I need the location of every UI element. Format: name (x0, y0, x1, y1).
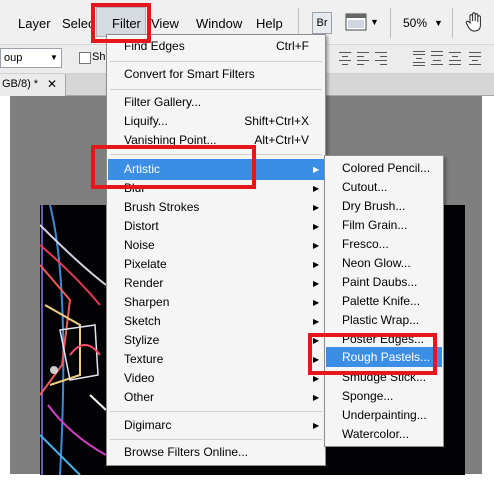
menu-item-render[interactable]: Render (124, 274, 163, 293)
menu-item-filter-gallery[interactable]: Filter Gallery... (124, 93, 201, 112)
menu-help[interactable]: Help (256, 16, 283, 31)
align-icon[interactable] (356, 50, 370, 66)
submenu-item-cutout[interactable]: Cutout... (342, 178, 387, 197)
submenu-item-palette-knife[interactable]: Palette Knife... (342, 292, 420, 311)
submenu-item-fresco[interactable]: Fresco... (342, 235, 389, 254)
menu-item-brush-strokes[interactable]: Brush Strokes (124, 198, 199, 217)
document-tab-title: GB/8) * (2, 78, 39, 90)
close-icon[interactable]: ✕ (47, 77, 57, 91)
submenu-arrow-icon: ▶ (313, 165, 320, 174)
menu-separator (110, 411, 322, 412)
menu-window[interactable]: Window (196, 16, 242, 31)
menu-item-liquify[interactable]: Liquify... (124, 112, 168, 131)
distribute-icon[interactable] (430, 50, 444, 66)
submenu-item-colored-pencil[interactable]: Colored Pencil... (342, 159, 430, 178)
annotation-box-rough-pastels (308, 333, 437, 375)
submenu-arrow-icon: ▶ (313, 374, 320, 383)
submenu-arrow-icon: ▶ (313, 203, 320, 212)
distribute-icon[interactable] (412, 50, 426, 66)
submenu-item-plastic-wrap[interactable]: Plastic Wrap... (342, 311, 419, 330)
zoom-level[interactable]: 50% (403, 16, 427, 30)
align-icon[interactable] (338, 50, 352, 66)
submenu-arrow-icon: ▶ (313, 184, 320, 193)
shortcut-find-edges: Ctrl+F (276, 39, 309, 53)
hand-icon[interactable] (465, 11, 485, 33)
zoom-dropdown-icon[interactable]: ▼ (434, 18, 443, 28)
menu-item-pixelate[interactable]: Pixelate (124, 255, 167, 274)
submenu-arrow-icon: ▶ (313, 421, 320, 430)
menu-item-video[interactable]: Video (124, 369, 154, 388)
menu-layer[interactable]: Layer (18, 16, 51, 31)
submenu-item-neon-glow[interactable]: Neon Glow... (342, 254, 411, 273)
submenu-arrow-icon: ▶ (313, 279, 320, 288)
menu-item-other[interactable]: Other (124, 388, 154, 407)
align-icon[interactable] (374, 50, 388, 66)
menu-item-texture[interactable]: Texture (124, 350, 163, 369)
menubar-divider-2 (390, 8, 391, 38)
submenu-arrow-icon: ▶ (313, 298, 320, 307)
submenu-item-film-grain[interactable]: Film Grain... (342, 216, 407, 235)
group-select-value: oup (4, 52, 23, 64)
submenu-item-dry-brush[interactable]: Dry Brush... (342, 197, 405, 216)
screen-mode-icon[interactable] (345, 13, 367, 31)
menu-separator (110, 439, 322, 440)
submenu-arrow-icon: ▶ (313, 222, 320, 231)
submenu-item-sponge[interactable]: Sponge... (342, 387, 393, 406)
submenu-item-paint-daubs[interactable]: Paint Daubs... (342, 273, 417, 292)
distribute-icon[interactable] (448, 50, 462, 66)
menu-separator (110, 61, 322, 62)
submenu-arrow-icon: ▶ (313, 317, 320, 326)
menu-item-sharpen[interactable]: Sharpen (124, 293, 169, 312)
screen-mode-arrow-icon[interactable]: ▼ (370, 17, 379, 27)
menu-item-stylize[interactable]: Stylize (124, 331, 159, 350)
chevron-down-icon[interactable]: ▼ (50, 53, 58, 62)
submenu-arrow-icon: ▶ (313, 241, 320, 250)
menu-item-sketch[interactable]: Sketch (124, 312, 161, 331)
show-transform-label: Sh (92, 51, 106, 63)
submenu-arrow-icon: ▶ (313, 393, 320, 402)
menu-item-convert-smart-filters[interactable]: Convert for Smart Filters (124, 65, 255, 84)
menu-item-noise[interactable]: Noise (124, 236, 155, 255)
submenu-arrow-icon: ▶ (313, 260, 320, 269)
menu-item-digimarc[interactable]: Digimarc (124, 416, 171, 435)
distribute-icon[interactable] (468, 50, 482, 66)
annotation-box-artistic (91, 145, 256, 189)
menu-separator (110, 89, 322, 90)
submenu-item-watercolor[interactable]: Watercolor... (342, 425, 409, 444)
menu-item-browse-filters-online[interactable]: Browse Filters Online... (124, 443, 248, 462)
menu-select[interactable]: Selec (62, 16, 95, 31)
bridge-button[interactable]: Br (312, 12, 332, 34)
menu-view[interactable]: View (151, 16, 179, 31)
shortcut-liquify: Shift+Ctrl+X (244, 114, 309, 128)
show-transform-checkbox[interactable] (79, 52, 91, 64)
submenu-item-underpainting[interactable]: Underpainting... (342, 406, 427, 425)
menu-item-distort[interactable]: Distort (124, 217, 159, 236)
annotation-box-filter (91, 3, 151, 43)
menubar-divider-3 (452, 8, 453, 38)
